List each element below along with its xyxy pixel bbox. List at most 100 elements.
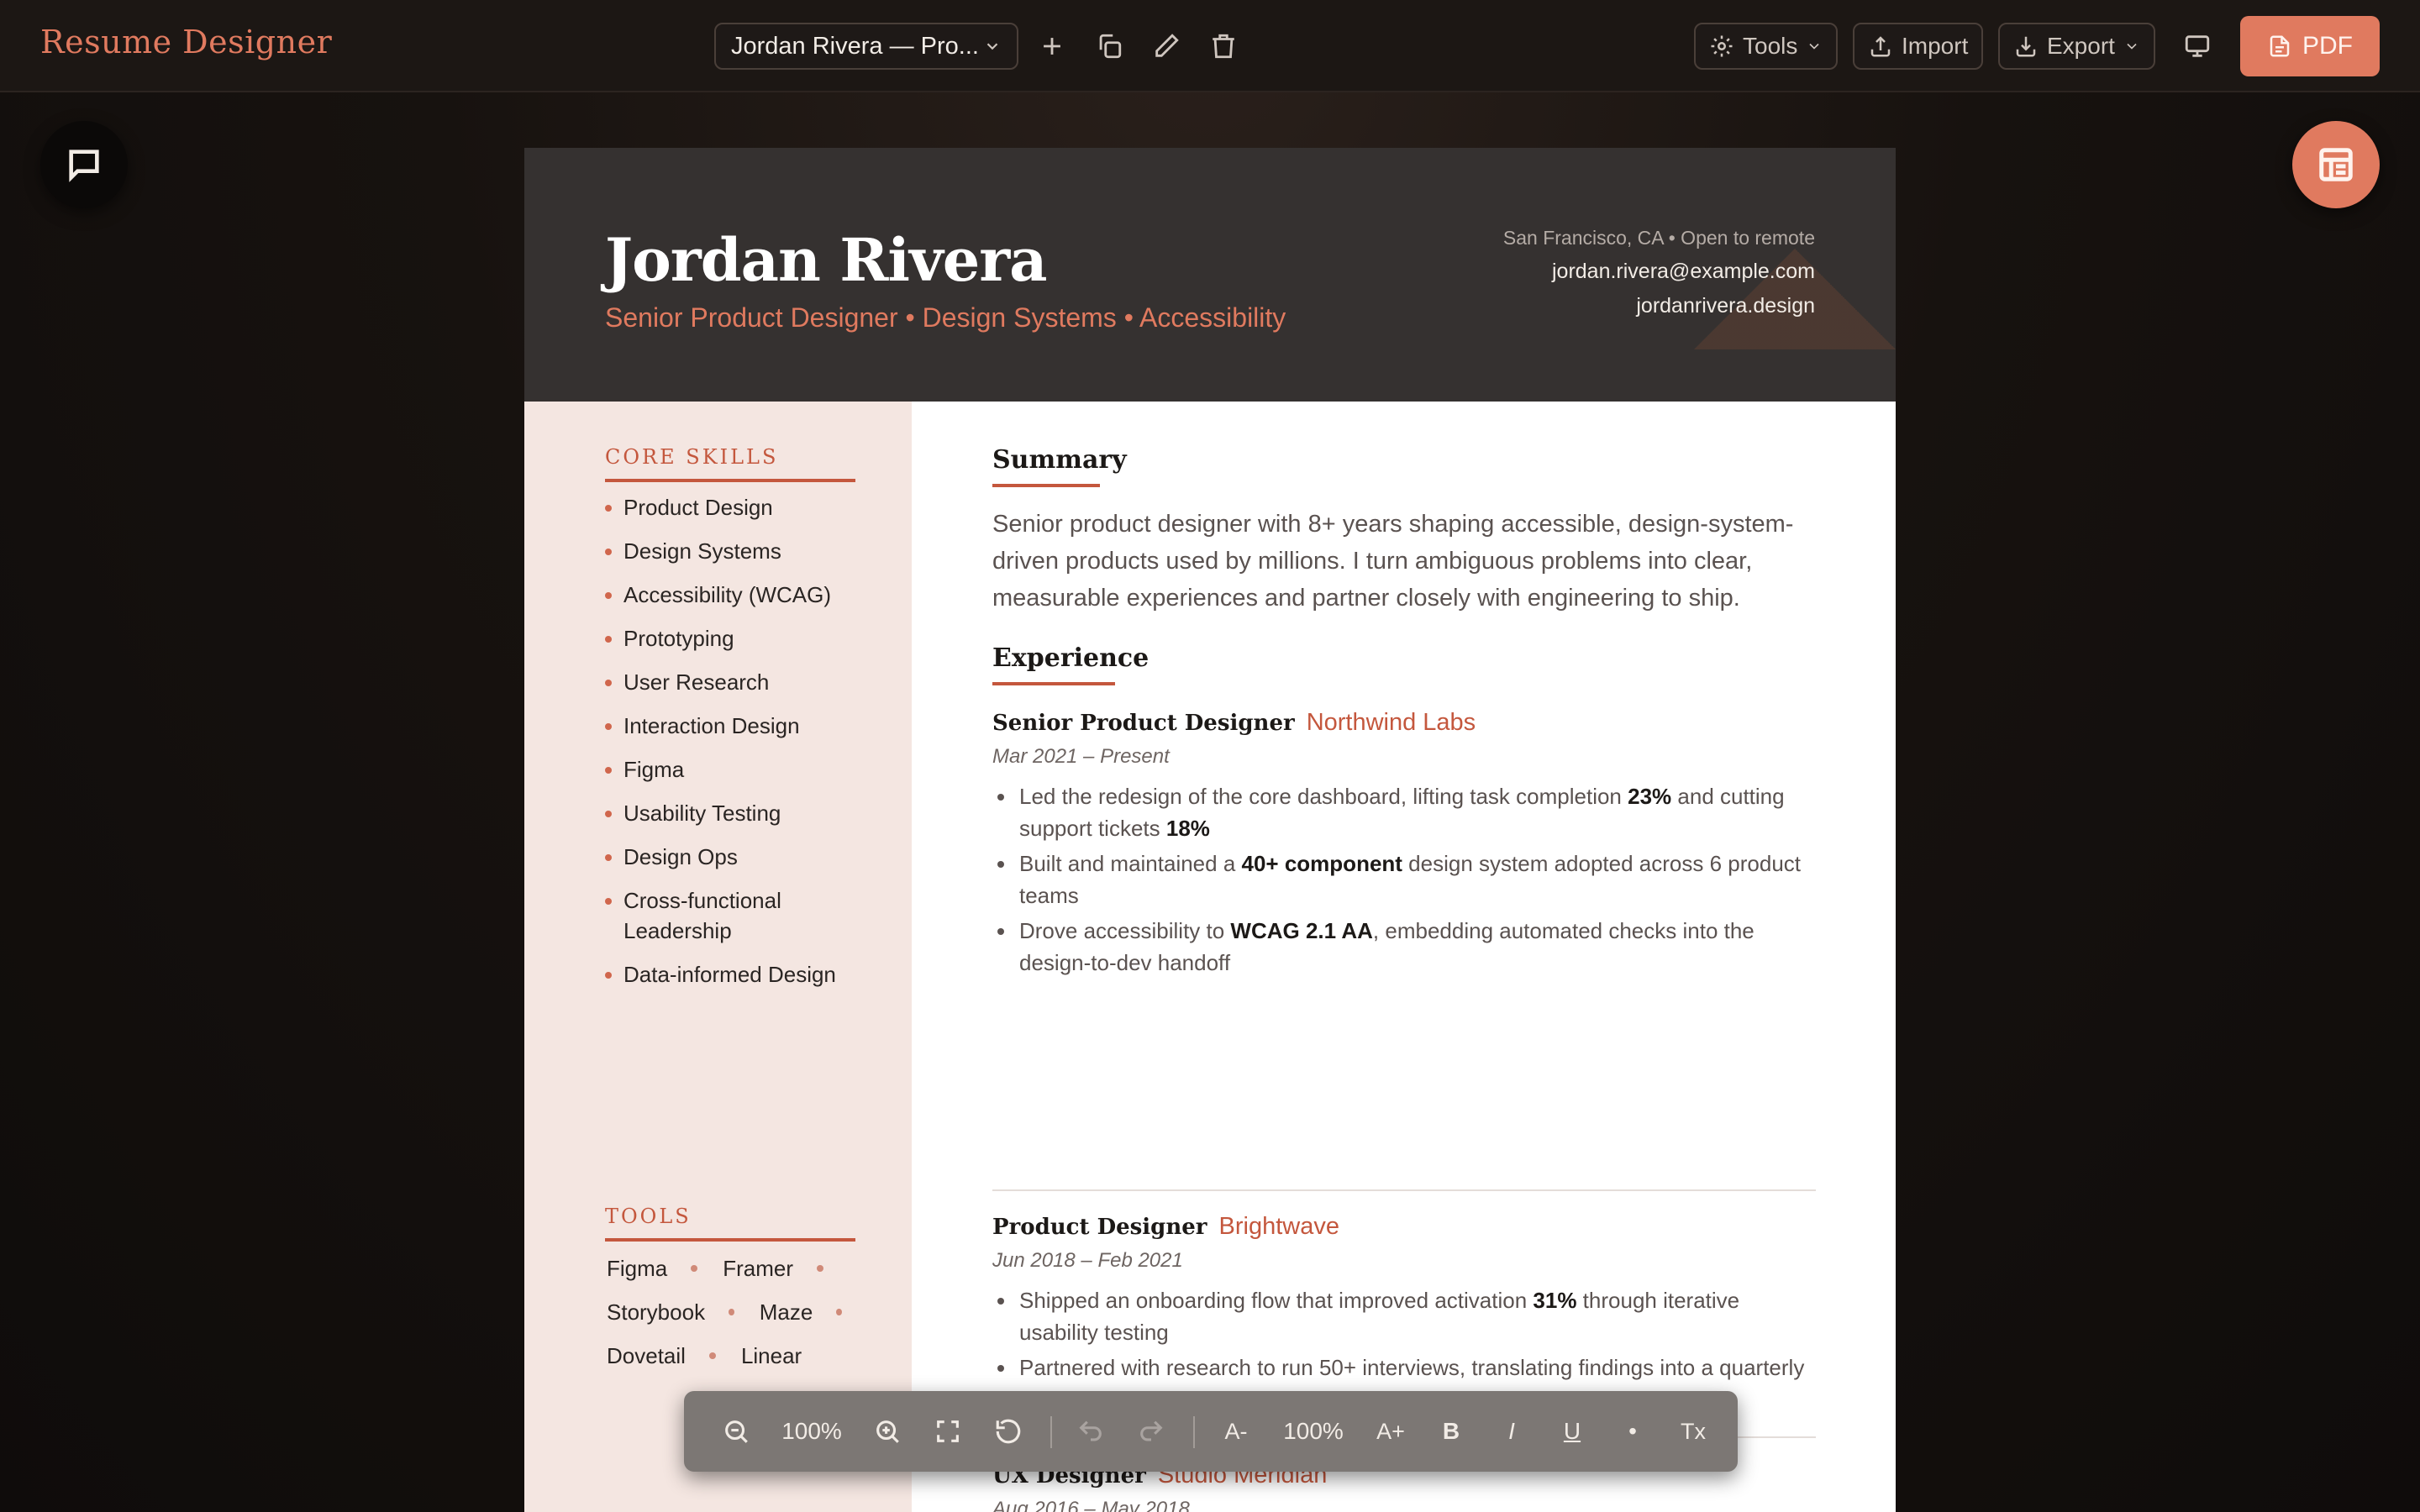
job-divider [992,1189,1816,1191]
toolbar-divider [1050,1416,1052,1448]
import-label: Import [1902,33,1969,59]
app-title: Resume Designer [40,24,333,60]
skills-list: Product Design Design Systems Accessibil… [605,492,857,1003]
separator-dot [729,1309,734,1315]
layout-icon [2319,148,2353,181]
job-dates: Mar 2021 – Present [992,745,1170,768]
resume-page[interactable]: Jordan Rivera Senior Product Designer • … [524,148,1896,1512]
export-menu-button[interactable]: Export [1998,23,2155,70]
summary-rule [992,484,1100,487]
duplicate-document-button[interactable] [1088,25,1130,67]
skill-item[interactable]: Interaction Design [605,711,857,741]
zoom-out-button[interactable] [713,1391,760,1472]
job-company: Northwind Labs [1306,709,1476,736]
tool-item[interactable]: Maze [758,1299,813,1326]
contact-email[interactable]: jordan.rivera@example.com [1503,260,1815,284]
zoom-out-icon [725,1420,748,1443]
job-bullet: Drove accessibility to WCAG 2.1 AA, embe… [992,915,1816,979]
job-role: Senior Product Designer [992,711,1295,736]
italic-button[interactable]: I [1486,1391,1538,1472]
job-bullet: Led the redesign of the core dashboard, … [992,780,1816,844]
document-select[interactable]: Jordan Rivera — Pro... [714,23,1018,70]
copy-icon [1099,34,1122,59]
skill-item[interactable]: Figma [605,754,857,785]
tool-item[interactable]: Dovetail [605,1343,686,1369]
format-toolbar: 100% A- 100% A+ B I U • Tx [684,1391,1738,1472]
skill-item[interactable]: Design Systems [605,536,857,566]
job-entry[interactable]: Senior Product Designer Northwind Labs M… [992,709,1816,982]
clear-format-button[interactable]: Tx [1667,1391,1719,1472]
resume-header: Jordan Rivera Senior Product Designer • … [524,148,1896,402]
tool-item[interactable]: Storybook [605,1299,705,1326]
undo-icon [1079,1420,1102,1441]
chevron-down-icon [1809,43,1819,50]
separator-dot [817,1265,824,1272]
toolbar-divider [1193,1416,1195,1448]
tools-menu-button[interactable]: Tools [1694,23,1839,70]
resume-name[interactable]: Jordan Rivera [605,225,1047,295]
add-document-button[interactable] [1031,25,1073,67]
undo-button[interactable] [1067,1391,1114,1472]
job-bullet: Built and maintained a 40+ component des… [992,848,1816,911]
redo-icon [1140,1420,1163,1441]
tools-list: Figma Framer Storybook Maze Dovetail Lin… [605,1253,865,1384]
summary-text[interactable]: Senior product designer with 8+ years sh… [992,506,1816,617]
skill-item[interactable]: Usability Testing [605,798,857,828]
chevron-down-icon [986,43,998,50]
contact-block: San Francisco, CA • Open to remote jorda… [1503,227,1815,328]
job-bullets: Led the redesign of the core dashboard, … [992,780,1816,979]
chat-bubble-icon [69,150,99,182]
experience-rule [992,682,1115,685]
tools-heading[interactable]: TOOLS [605,1205,692,1228]
import-button[interactable]: Import [1853,23,1984,70]
job-entry[interactable]: Product Designer Brightwave Jun 2018 – F… [992,1213,1816,1419]
skill-item[interactable]: Product Design [605,492,857,522]
increase-font-button[interactable]: A+ [1365,1391,1417,1472]
chat-button[interactable] [40,121,128,208]
zoom-in-button[interactable] [864,1391,911,1472]
bold-button[interactable]: B [1425,1391,1477,1472]
file-text-icon [2270,35,2290,57]
decrease-font-button[interactable]: A- [1210,1391,1262,1472]
rotate-ccw-icon [996,1419,1021,1444]
job-dates: Aug 2016 – May 2018 [992,1498,1190,1512]
skill-item[interactable]: Design Ops [605,842,857,872]
fit-to-screen-button[interactable] [924,1391,971,1472]
contact-location[interactable]: San Francisco, CA • Open to remote [1503,227,1815,249]
top-toolbar: Resume Designer Jordan Rivera — Pro... T… [0,0,2420,92]
delete-document-button[interactable] [1202,25,1244,67]
layout-panel-button[interactable] [2292,121,2380,208]
underline-button[interactable]: U [1546,1391,1598,1472]
tool-item[interactable]: Framer [721,1256,793,1282]
job-company: Brightwave [1218,1213,1339,1240]
export-label: Export [2047,33,2115,59]
pdf-label: PDF [2302,32,2353,60]
zoom-in-icon [876,1420,899,1443]
core-skills-rule [605,479,855,482]
skill-item[interactable]: User Research [605,667,857,697]
skill-item[interactable]: Data-informed Design [605,959,857,990]
experience-heading[interactable]: Experience [992,643,1149,673]
reset-view-button[interactable] [985,1391,1032,1472]
preview-mode-button[interactable] [2176,25,2218,67]
export-pdf-button[interactable]: PDF [2240,16,2380,76]
gear-icon [1711,35,1733,57]
summary-heading[interactable]: Summary [992,445,1127,475]
contact-website[interactable]: jordanrivera.design [1503,294,1815,318]
separator-dot [708,1352,716,1359]
skill-item[interactable]: Accessibility (WCAG) [605,580,857,610]
skill-item[interactable]: Cross-functional Leadership [605,885,798,946]
tool-item[interactable]: Figma [605,1256,667,1282]
job-bullet: Shipped an onboarding flow that improved… [992,1284,1816,1348]
monitor-icon [2185,35,2210,57]
separator-dot [691,1265,698,1272]
skill-item[interactable]: Prototyping [605,623,857,654]
tool-item[interactable]: Linear [739,1343,802,1369]
rename-document-button[interactable] [1145,25,1187,67]
tools-label: Tools [1743,33,1798,59]
core-skills-heading[interactable]: CORE SKILLS [605,445,778,469]
redo-button[interactable] [1128,1391,1175,1472]
trash-icon [1213,34,1234,59]
bullet-list-button[interactable]: • [1607,1391,1659,1472]
resume-tagline[interactable]: Senior Product Designer • Design Systems… [605,302,1286,333]
